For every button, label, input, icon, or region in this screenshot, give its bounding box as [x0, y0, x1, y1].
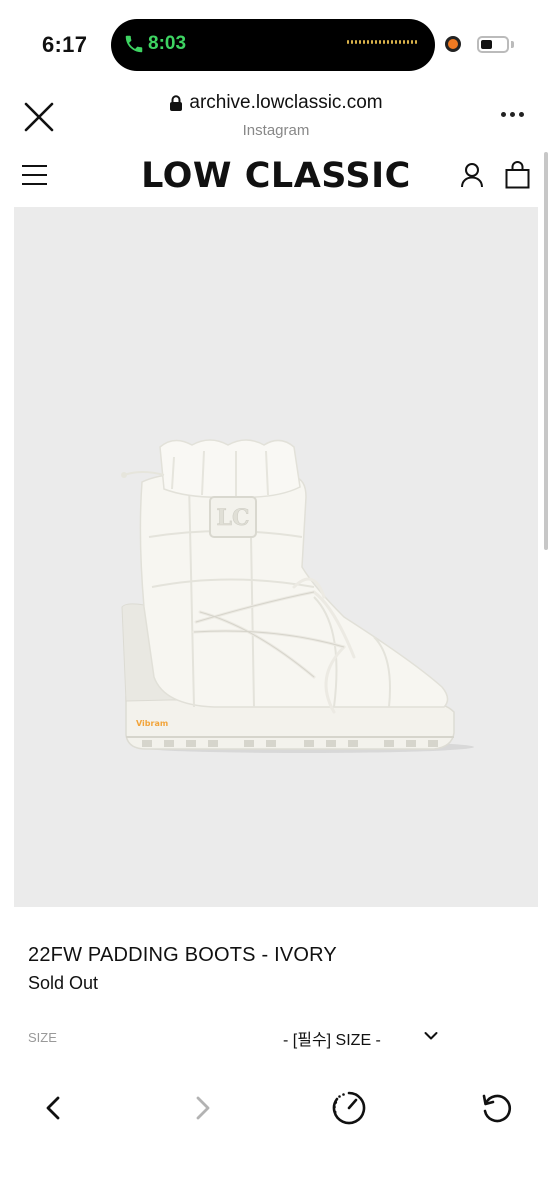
size-label: SIZE — [28, 1030, 57, 1045]
battery-cap — [511, 41, 514, 48]
lock-icon — [170, 95, 183, 111]
battery-level — [481, 40, 492, 49]
chevron-left-icon[interactable] — [36, 1090, 72, 1126]
page-scrollbar[interactable] — [544, 152, 548, 550]
svg-text:Vibram: Vibram — [136, 719, 168, 728]
size-select-value: - [필수] SIZE - — [283, 1032, 381, 1049]
reload-icon[interactable] — [479, 1090, 515, 1126]
page-url: archive.lowclassic.com — [189, 92, 383, 113]
browser-toolbar — [0, 1076, 552, 1136]
user-icon[interactable] — [460, 162, 484, 188]
product-title: 22FW PADDING BOOTS - IVORY — [28, 944, 337, 966]
size-select[interactable]: - [필수] SIZE - — [270, 1026, 450, 1050]
call-indicator[interactable]: 8:03 — [111, 19, 435, 71]
status-time: 6:17 — [42, 32, 88, 57]
product-image[interactable]: LC Vibram — [14, 207, 538, 907]
site-header: LOW CLASSIC — [0, 148, 552, 206]
call-duration: 8:03 — [148, 33, 187, 54]
svg-text:LC: LC — [217, 505, 250, 531]
status-bar: 6:17 8:03 — [0, 0, 552, 86]
recording-indicator-icon — [445, 36, 461, 52]
audio-waveform-icon — [347, 40, 417, 44]
phone-icon — [125, 35, 143, 53]
address-bar[interactable]: archive.lowclassic.com Instagram — [0, 92, 552, 139]
chevron-right-icon[interactable] — [184, 1090, 220, 1126]
boot-image: LC Vibram — [121, 439, 474, 753]
shopping-bag-icon[interactable] — [505, 161, 530, 189]
battery-icon — [477, 36, 509, 53]
chevron-down-icon — [424, 1032, 438, 1040]
browser-bar: archive.lowclassic.com Instagram — [0, 86, 552, 148]
more-icon[interactable] — [501, 112, 524, 117]
url-source-label: Instagram — [242, 122, 310, 139]
speedometer-icon[interactable] — [331, 1090, 367, 1126]
stock-status: Sold Out — [28, 973, 99, 993]
